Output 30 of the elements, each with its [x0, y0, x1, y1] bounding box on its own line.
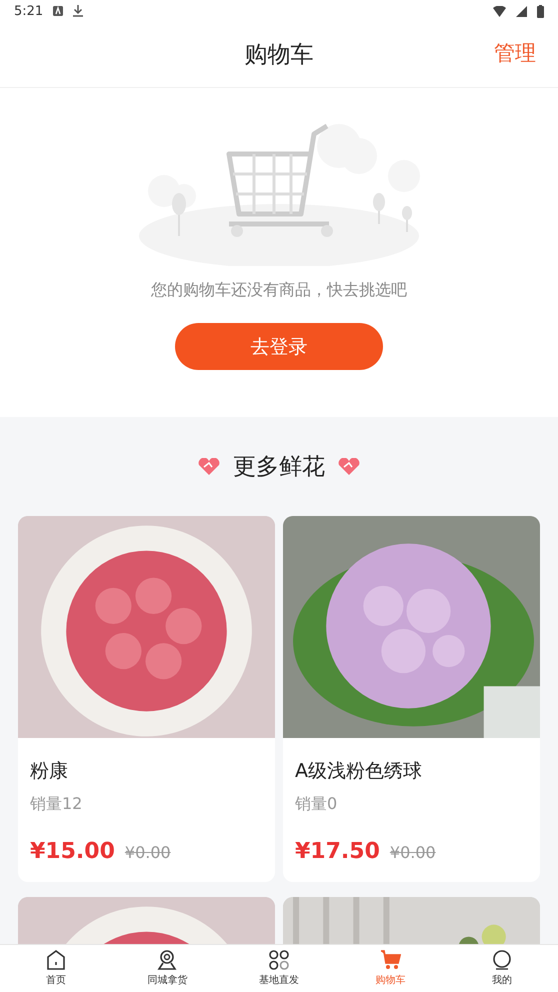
- product-name: A级浅粉色绣球: [295, 759, 423, 784]
- tab-item[interactable]: 基地直发: [223, 945, 335, 992]
- empty-cart-message: 您的购物车还没有商品，快去挑选吧: [151, 280, 407, 301]
- product-name: 粉康: [30, 759, 69, 784]
- tab-item[interactable]: 同城拿货: [112, 945, 224, 992]
- tab-item[interactable]: 我的: [446, 945, 558, 992]
- tab-item[interactable]: 首页: [0, 945, 112, 992]
- page-title: 购物车: [244, 41, 314, 70]
- signal-icon: [516, 6, 527, 16]
- section-title: 更多鲜花: [233, 453, 325, 482]
- notification-icon: [53, 6, 64, 16]
- heart-icon: [197, 458, 221, 476]
- home-icon: [46, 950, 66, 970]
- download-icon: [73, 5, 84, 17]
- original-price: ¥0.00: [124, 843, 171, 862]
- profile-icon: [492, 950, 512, 970]
- heart-icon: [337, 458, 361, 476]
- battery-icon: [537, 4, 544, 18]
- product-card[interactable]: 粉康 销量12 ¥15.00 ¥0.00: [18, 516, 275, 882]
- grid-icon: [268, 950, 289, 970]
- cart-icon: [380, 950, 401, 970]
- sales-count: 销量12: [30, 794, 84, 815]
- sales-count: 销量0: [295, 794, 338, 815]
- original-price: ¥0.00: [390, 843, 436, 862]
- location-pin-icon: [157, 950, 178, 970]
- wifi-icon: [493, 6, 506, 16]
- product-price: ¥17.50: [295, 839, 380, 864]
- clock-time: 5:21: [14, 4, 44, 18]
- product-card[interactable]: A级浅粉色绣球 销量0 ¥17.50 ¥0.00: [283, 516, 540, 882]
- product-price: ¥15.00: [30, 839, 115, 864]
